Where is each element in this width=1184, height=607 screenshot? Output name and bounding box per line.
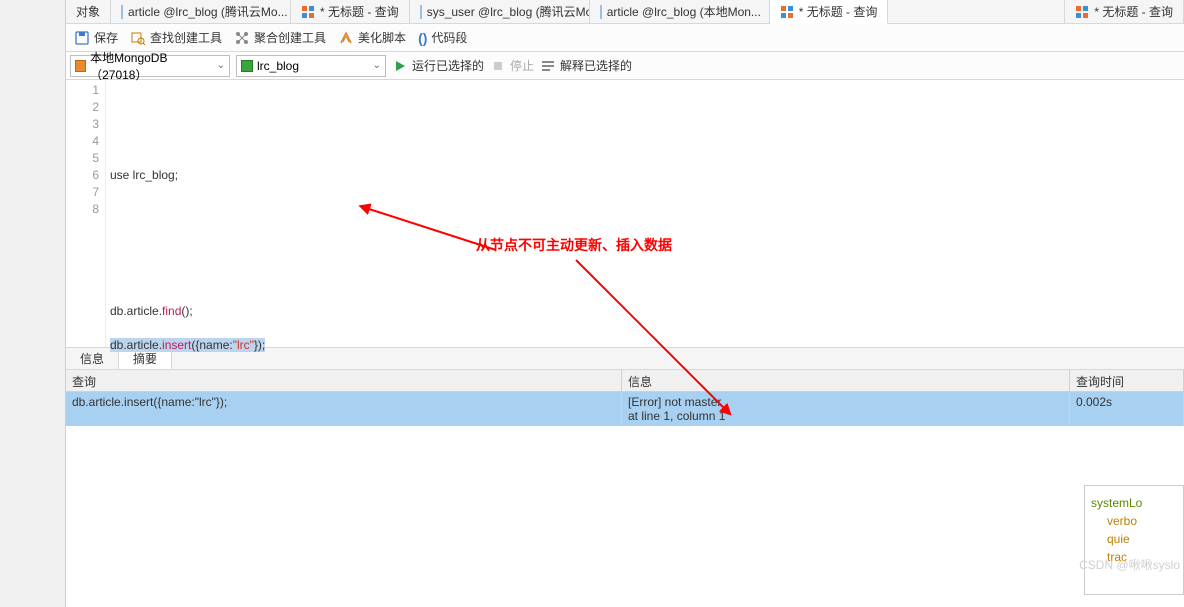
table-icon [121,5,123,19]
server-combo[interactable]: 本地MongoDB（27018） ⌄ [70,55,230,77]
stop-button[interactable]: 停止 [490,57,534,74]
agg-builder-icon [234,30,250,46]
agg-builder-button[interactable]: 聚合创建工具 [234,29,326,46]
save-button[interactable]: 保存 [74,29,118,46]
explain-button[interactable]: 解释已选择的 [540,57,632,74]
line-gutter: 12345678 [66,80,106,347]
beautify-button[interactable]: 美化脚本 [338,29,406,46]
main-panel: 对象 article @lrc_blog (腾讯云Mo... * 无标题 - 查… [66,0,1184,607]
snippet-button[interactable]: () 代码段 [418,29,467,46]
query-icon [780,5,794,19]
tab-query-active[interactable]: * 无标题 - 查询 [770,0,889,24]
server-icon [75,60,86,72]
query-toolbar: 保存 查找创建工具 聚合创建工具 美化脚本 () 代码段 [66,24,1184,52]
query-icon [1075,5,1089,19]
chevron-down-icon: ⌄ [217,60,225,71]
stop-icon [490,58,506,74]
tab-query-1[interactable]: * 无标题 - 查询 [291,0,410,23]
cell-query: db.article.insert({name:"lrc"}); [66,392,622,426]
query-icon [301,5,315,19]
table-icon [600,5,602,19]
tab-article-local[interactable]: article @lrc_blog (本地Mon... [590,0,770,23]
table-icon [420,5,422,19]
play-icon [392,58,408,74]
beautify-icon [338,30,354,46]
explain-icon [540,58,556,74]
cell-info: [Error] not master at line 1, column 1 [622,392,1070,426]
chevron-down-icon: ⌄ [373,60,381,71]
save-icon [74,30,90,46]
find-builder-button[interactable]: 查找创建工具 [130,29,222,46]
run-selected-button[interactable]: 运行已选择的 [392,57,484,74]
tab-query-right[interactable]: * 无标题 - 查询 [1064,0,1184,23]
parentheses-icon: () [418,30,427,46]
floating-code-preview: systemLo verbo quie trac [1084,485,1184,595]
code-editor[interactable]: 12345678 use lrc_blog; db.article.find()… [66,80,1184,348]
code-area[interactable]: use lrc_blog; db.article.find(); db.arti… [106,80,1184,347]
find-builder-icon [130,30,146,46]
result-row[interactable]: db.article.insert({name:"lrc"}); [Error]… [66,392,1184,426]
tab-objects[interactable]: 对象 [66,0,111,23]
tab-sysuser[interactable]: sys_user @lrc_blog (腾讯云Mo... [410,0,590,23]
watermark-text: CSDN @啾啾syslo [1079,556,1180,573]
database-icon [241,60,253,72]
tab-article-tencent[interactable]: article @lrc_blog (腾讯云Mo... [111,0,291,23]
database-combo[interactable]: lrc_blog ⌄ [236,55,386,77]
cell-time: 0.002s [1070,392,1184,426]
document-tabbar: 对象 article @lrc_blog (腾讯云Mo... * 无标题 - 查… [66,0,1184,24]
left-app-gutter [0,0,66,607]
connection-bar: 本地MongoDB（27018） ⌄ lrc_blog ⌄ 运行已选择的 停止 … [66,52,1184,80]
